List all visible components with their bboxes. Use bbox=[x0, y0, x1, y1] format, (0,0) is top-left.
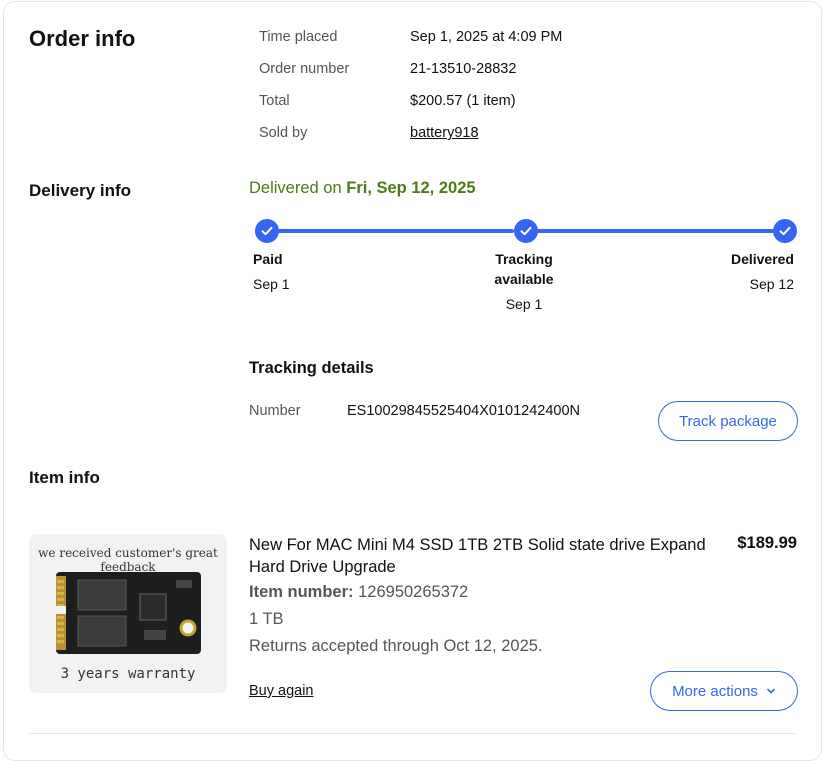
step-paid-label: Paid bbox=[253, 251, 283, 267]
check-icon bbox=[255, 219, 279, 243]
delivery-status-date: Fri, Sep 12, 2025 bbox=[346, 179, 476, 197]
sold-by-label: Sold by bbox=[259, 125, 308, 141]
delivery-progress-tracker bbox=[252, 217, 798, 247]
item-number-value: 126950265372 bbox=[358, 583, 469, 601]
step-tracking-label-line2: available bbox=[494, 271, 554, 287]
delivery-status-prefix: Delivered on bbox=[249, 179, 347, 197]
tracking-number-value: ES10029845525404X0101242400N bbox=[347, 403, 581, 419]
progress-segment bbox=[274, 229, 514, 233]
step-delivered-date: Sep 12 bbox=[749, 276, 794, 292]
seller-link[interactable]: battery918 bbox=[410, 125, 479, 141]
check-icon bbox=[773, 219, 797, 243]
divider bbox=[29, 733, 797, 734]
delivery-info-heading: Delivery info bbox=[29, 181, 132, 200]
track-package-button[interactable]: Track package bbox=[658, 401, 798, 441]
item-variant: 1 TB bbox=[249, 610, 284, 628]
tracking-details-heading: Tracking details bbox=[249, 359, 374, 377]
order-details-card: Order info Time placed Sep 1, 2025 at 4:… bbox=[3, 1, 822, 761]
more-actions-label: More actions bbox=[672, 682, 758, 700]
item-returns: Returns accepted through Oct 12, 2025. bbox=[249, 637, 543, 655]
item-number-row: Item number: 126950265372 bbox=[249, 583, 468, 602]
item-info-heading: Item info bbox=[29, 468, 100, 487]
time-placed-label: Time placed bbox=[259, 29, 338, 45]
time-placed-value: Sep 1, 2025 at 4:09 PM bbox=[410, 29, 563, 45]
chevron-down-icon bbox=[766, 683, 776, 700]
item-thumbnail[interactable]: we received customer's great feedback 3 … bbox=[29, 534, 227, 693]
tracking-number-label: Number bbox=[249, 403, 301, 419]
buy-again-link[interactable]: Buy again bbox=[249, 683, 314, 699]
order-info-heading: Order info bbox=[29, 26, 136, 51]
total-value: $200.57 (1 item) bbox=[410, 93, 516, 109]
check-icon bbox=[514, 219, 538, 243]
item-title-link[interactable]: New For MAC Mini M4 SSD 1TB 2TB Solid st… bbox=[249, 534, 719, 578]
item-price: $189.99 bbox=[737, 534, 797, 552]
order-number-value: 21-13510-28832 bbox=[410, 61, 517, 77]
more-actions-button[interactable]: More actions bbox=[650, 671, 798, 711]
step-tracking-label-line1: Tracking bbox=[495, 251, 553, 267]
total-label: Total bbox=[259, 93, 290, 109]
step-paid-date: Sep 1 bbox=[253, 276, 290, 292]
delivery-status: Delivered on Fri, Sep 12, 2025 bbox=[249, 179, 476, 198]
progress-segment bbox=[534, 229, 774, 233]
thumbnail-caption-bottom: 3 years warranty bbox=[60, 666, 196, 682]
ssd-product-image bbox=[56, 572, 201, 654]
order-number-label: Order number bbox=[259, 61, 350, 77]
step-tracking-date: Sep 1 bbox=[505, 296, 543, 312]
step-delivered-label: Delivered bbox=[730, 251, 794, 267]
item-number-label: Item number: bbox=[249, 583, 354, 601]
step-tracking-label: Tracking available bbox=[474, 249, 574, 289]
